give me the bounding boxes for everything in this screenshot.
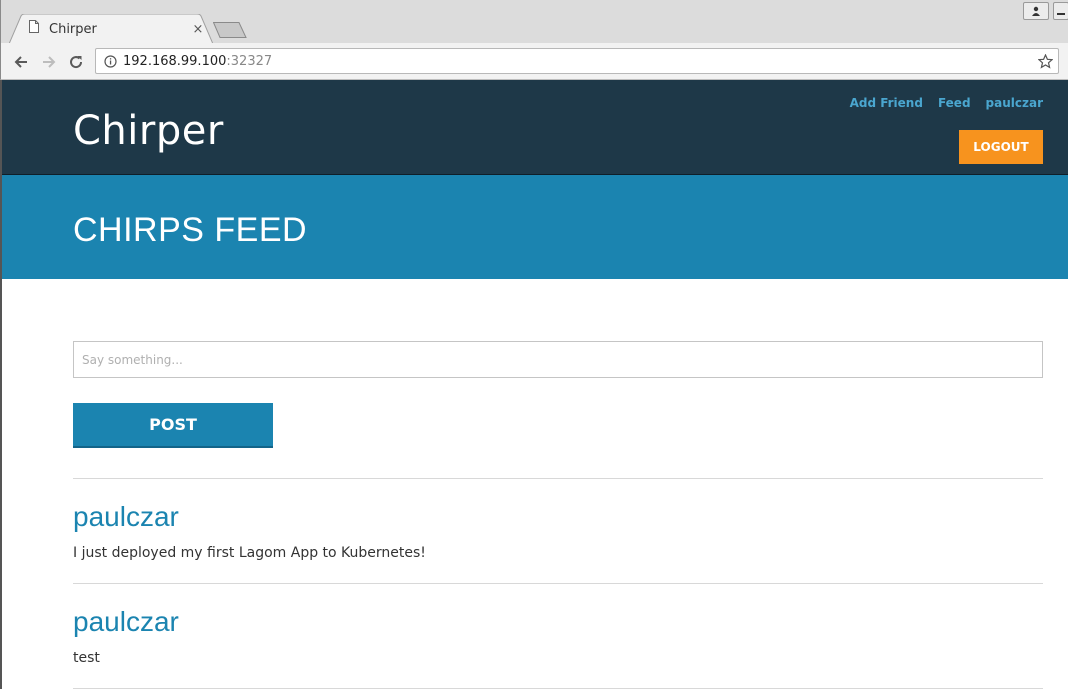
- active-tab[interactable]: Chirper ×: [29, 18, 205, 40]
- chirp-input[interactable]: [73, 341, 1043, 378]
- logout-button[interactable]: LOGOUT: [959, 130, 1043, 164]
- reload-icon: [70, 56, 83, 69]
- brand-logo[interactable]: Chirper: [73, 108, 224, 154]
- minimize-icon: [1057, 13, 1065, 15]
- profile-button[interactable]: [1023, 2, 1049, 20]
- nav-add-friend[interactable]: Add Friend: [850, 96, 923, 110]
- address-bar[interactable]: 192.168.99.100:32327: [95, 48, 1059, 74]
- page-title: CHIRPS FEED: [73, 211, 308, 249]
- browser-toolbar: 192.168.99.100:32327: [0, 43, 1068, 80]
- hero-banner: CHIRPS FEED: [2, 175, 1068, 279]
- url-text[interactable]: 192.168.99.100:32327: [123, 54, 1038, 69]
- chirp-message: test: [73, 650, 100, 666]
- chirp-author[interactable]: paulczar: [73, 606, 179, 638]
- tab-close-icon[interactable]: ×: [191, 22, 205, 37]
- info-icon[interactable]: [104, 54, 117, 68]
- post-button[interactable]: POST: [73, 403, 273, 448]
- chirp-author[interactable]: paulczar: [73, 501, 179, 533]
- tab-strip: Chirper ×: [0, 0, 1068, 44]
- page-icon: [29, 20, 39, 38]
- user-icon: [1032, 6, 1040, 16]
- nav-feed[interactable]: Feed: [938, 96, 971, 110]
- minimize-button[interactable]: [1053, 2, 1068, 20]
- tab-title: Chirper: [49, 21, 97, 37]
- nav-user-profile[interactable]: paulczar: [986, 96, 1043, 110]
- top-nav: Add Friend Feed paulczar: [850, 96, 1043, 110]
- new-tab-button[interactable]: [213, 22, 247, 38]
- list-item: paulczar I just deployed my first Lagom …: [73, 478, 1043, 583]
- site-header: Chirper Add Friend Feed paulczar LOGOUT: [2, 80, 1068, 175]
- arrow-left-icon: [14, 56, 27, 68]
- url-host: 192.168.99.100: [123, 53, 227, 69]
- bookmark-star-icon[interactable]: [1038, 53, 1053, 69]
- reload-button[interactable]: [66, 52, 86, 72]
- list-item: paulczar test: [73, 583, 1043, 688]
- web-page: Chirper Add Friend Feed paulczar LOGOUT …: [0, 80, 1068, 689]
- arrow-right-icon: [43, 56, 56, 68]
- back-button[interactable]: [11, 52, 31, 72]
- url-port: :32327: [226, 53, 273, 69]
- chirp-list: paulczar I just deployed my first Lagom …: [73, 478, 1043, 689]
- chirp-message: I just deployed my first Lagom App to Ku…: [73, 545, 426, 561]
- forward-button[interactable]: [39, 52, 59, 72]
